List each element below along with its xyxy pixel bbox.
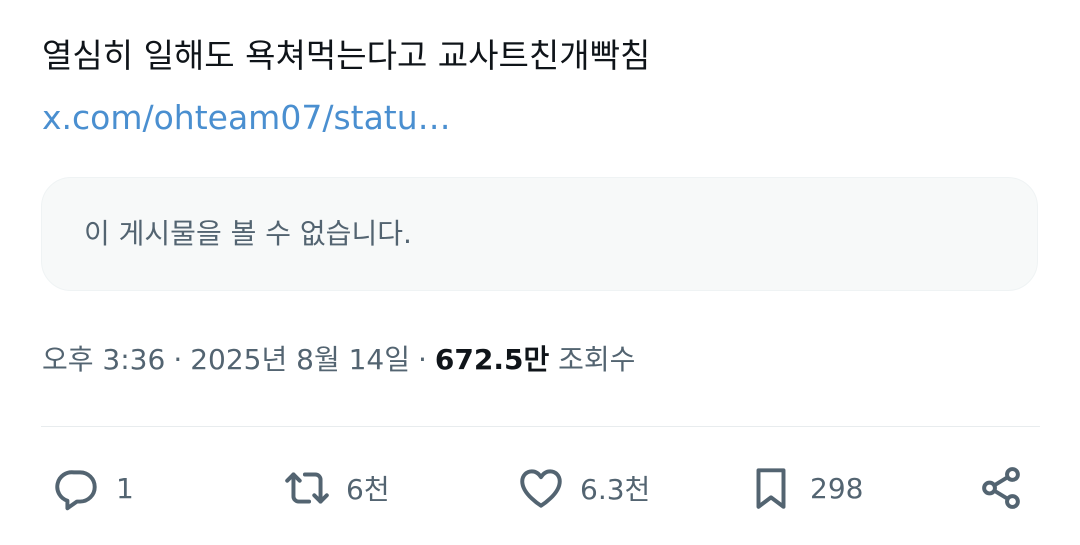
reply-button[interactable]: 1 bbox=[52, 463, 134, 513]
meta-separator: · bbox=[173, 343, 183, 376]
views-label: 조회수 bbox=[558, 343, 636, 376]
like-button[interactable]: 6.3천 bbox=[516, 463, 650, 513]
retweet-count: 6천 bbox=[346, 473, 390, 506]
retweet-icon bbox=[282, 463, 332, 513]
retweet-button[interactable]: 6천 bbox=[282, 463, 390, 513]
tweet-text: 열심히 일해도 욕쳐먹는다고 교사트친개빡침 bbox=[42, 36, 651, 75]
tweet-meta: 오후 3:36 · 2025년 8월 14일 · 672.5만 조회수 bbox=[42, 338, 635, 382]
divider bbox=[41, 426, 1040, 427]
bookmark-count: 298 bbox=[810, 471, 864, 505]
views-count: 672.5만 bbox=[434, 343, 550, 376]
tweet-link[interactable]: x.com/ohteam07/statu… bbox=[42, 96, 451, 140]
meta-separator: · bbox=[418, 343, 427, 376]
reply-icon bbox=[52, 463, 102, 513]
bookmark-icon bbox=[746, 463, 796, 513]
share-button[interactable] bbox=[976, 463, 1026, 513]
heart-icon bbox=[516, 463, 566, 513]
like-count: 6.3천 bbox=[580, 473, 651, 506]
bookmark-button[interactable]: 298 bbox=[746, 463, 863, 513]
reply-count: 1 bbox=[116, 471, 134, 505]
unavailable-message: 이 게시물을 볼 수 없습니다. bbox=[84, 217, 412, 250]
share-icon bbox=[976, 463, 1026, 513]
post-date[interactable]: 2025년 8월 14일 bbox=[190, 343, 410, 376]
post-time[interactable]: 오후 3:36 bbox=[42, 343, 165, 376]
quoted-post-unavailable: 이 게시물을 볼 수 없습니다. bbox=[41, 177, 1038, 291]
